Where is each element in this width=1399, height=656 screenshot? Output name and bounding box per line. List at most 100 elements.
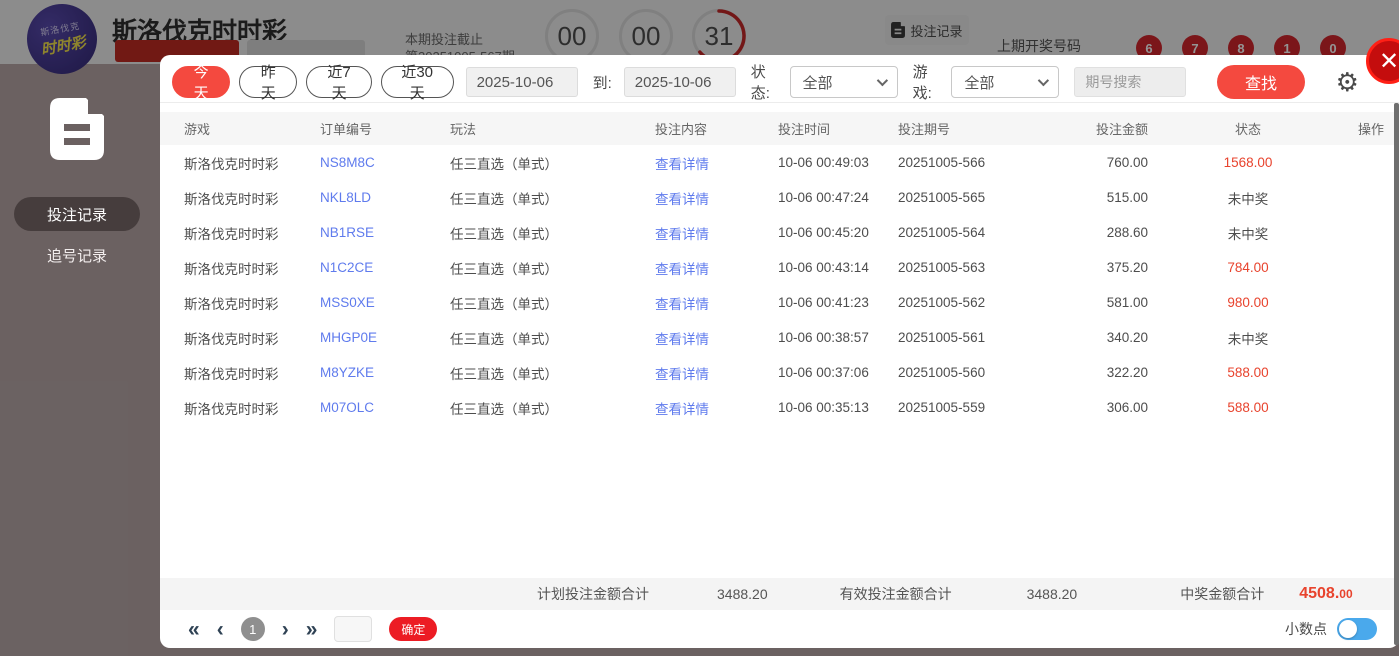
records-sidebar: 投注记录 追号记录 — [0, 55, 160, 656]
order-link[interactable]: NS8M8C — [320, 155, 450, 170]
totals-bar: 计划投注金额合计 3488.20 有效投注金额合计 3488.20 中奖金额合计… — [160, 578, 1399, 610]
table-row: 斯洛伐克时时彩 M07OLC 任三直选（单式） 查看详情 10-06 00:35… — [160, 390, 1394, 425]
table-scrollbar[interactable] — [1394, 103, 1399, 645]
status-select-value: 全部 — [803, 72, 833, 93]
view-details-link[interactable]: 查看详情 — [655, 363, 778, 383]
cell-status: 980.00 — [1148, 295, 1348, 310]
cell-play: 任三直选（单式） — [450, 258, 655, 278]
cell-issue: 20251005-560 — [898, 365, 1058, 380]
column-game: 游戏 — [184, 119, 320, 138]
cell-game: 斯洛伐克时时彩 — [184, 258, 320, 278]
cell-time: 10-06 00:35:13 — [778, 400, 898, 415]
view-details-link[interactable]: 查看详情 — [655, 223, 778, 243]
cell-status: 588.00 — [1148, 365, 1348, 380]
next-page-button[interactable]: › — [282, 619, 289, 640]
cell-amount: 760.00 — [1058, 155, 1148, 170]
filter-today-button[interactable]: 今天 — [172, 66, 230, 98]
order-link[interactable]: M07OLC — [320, 400, 450, 415]
date-from-input[interactable] — [466, 67, 578, 97]
prev-page-button[interactable]: ‹ — [217, 619, 224, 640]
settings-gear-icon[interactable]: ⚙ — [1336, 69, 1359, 95]
decimal-toggle[interactable] — [1337, 618, 1377, 640]
view-details-link[interactable]: 查看详情 — [655, 258, 778, 278]
status-label: 状态: — [751, 61, 781, 103]
cell-amount: 581.00 — [1058, 295, 1148, 310]
issue-search-input[interactable] — [1074, 67, 1186, 97]
sidebar-item-bet-records[interactable]: 投注记录 — [14, 197, 140, 231]
valid-total-label: 有效投注金额合计 — [840, 584, 952, 604]
win-total-label: 中奖金额合计 — [1180, 584, 1264, 604]
plan-total-value: 3488.20 — [717, 586, 768, 602]
cell-game: 斯洛伐克时时彩 — [184, 328, 320, 348]
current-page-badge[interactable]: 1 — [241, 617, 265, 641]
column-order: 订单编号 — [320, 119, 450, 138]
cell-amount: 515.00 — [1058, 190, 1148, 205]
order-link[interactable]: NB1RSE — [320, 225, 450, 240]
game-select[interactable]: 全部 — [951, 66, 1059, 98]
cell-game: 斯洛伐克时时彩 — [184, 153, 320, 173]
date-to-label: 到: — [593, 72, 612, 93]
cell-game: 斯洛伐克时时彩 — [184, 188, 320, 208]
table-row: 斯洛伐克时时彩 NS8M8C 任三直选（单式） 查看详情 10-06 00:49… — [160, 145, 1394, 180]
cell-time: 10-06 00:38:57 — [778, 330, 898, 345]
cell-issue: 20251005-559 — [898, 400, 1058, 415]
filter-last7-button[interactable]: 近7天 — [306, 66, 371, 98]
cell-issue: 20251005-566 — [898, 155, 1058, 170]
view-details-link[interactable]: 查看详情 — [655, 153, 778, 173]
table-row: 斯洛伐克时时彩 NKL8LD 任三直选（单式） 查看详情 10-06 00:47… — [160, 180, 1394, 215]
cell-status: 1568.00 — [1148, 155, 1348, 170]
confirm-button[interactable]: 确定 — [389, 617, 437, 641]
decimal-label: 小数点 — [1285, 619, 1327, 639]
cell-play: 任三直选（单式） — [450, 223, 655, 243]
view-details-link[interactable]: 查看详情 — [655, 293, 778, 313]
cell-game: 斯洛伐克时时彩 — [184, 398, 320, 418]
cell-issue: 20251005-562 — [898, 295, 1058, 310]
pagination-bar: « ‹ 1 › » 确定 — [160, 610, 1399, 648]
order-link[interactable]: MSS0XE — [320, 295, 450, 310]
cell-play: 任三直选（单式） — [450, 188, 655, 208]
cell-play: 任三直选（单式） — [450, 363, 655, 383]
cell-status: 未中奖 — [1148, 328, 1348, 348]
cell-amount: 340.20 — [1058, 330, 1148, 345]
cell-issue: 20251005-565 — [898, 190, 1058, 205]
valid-total-value: 3488.20 — [1027, 586, 1078, 602]
view-details-link[interactable]: 查看详情 — [655, 328, 778, 348]
cell-time: 10-06 00:47:24 — [778, 190, 898, 205]
page-jump-input[interactable] — [334, 616, 372, 642]
game-select-value: 全部 — [964, 72, 994, 93]
table-row: 斯洛伐克时时彩 N1C2CE 任三直选（单式） 查看详情 10-06 00:43… — [160, 250, 1394, 285]
order-link[interactable]: NKL8LD — [320, 190, 450, 205]
table-row: 斯洛伐克时时彩 MHGP0E 任三直选（单式） 查看详情 10-06 00:38… — [160, 320, 1394, 355]
filter-last30-button[interactable]: 近30天 — [381, 66, 454, 98]
view-details-link[interactable]: 查看详情 — [655, 188, 778, 208]
order-link[interactable]: N1C2CE — [320, 260, 450, 275]
date-to-input[interactable] — [624, 67, 736, 97]
filter-divider — [160, 102, 1399, 103]
cell-issue: 20251005-561 — [898, 330, 1058, 345]
cell-time: 10-06 00:45:20 — [778, 225, 898, 240]
first-page-button[interactable]: « — [188, 619, 200, 640]
column-issue: 投注期号 — [898, 119, 1058, 138]
table-body: 斯洛伐克时时彩 NS8M8C 任三直选（单式） 查看详情 10-06 00:49… — [160, 145, 1394, 425]
cell-amount: 288.60 — [1058, 225, 1148, 240]
column-play: 玩法 — [450, 119, 655, 138]
last-page-button[interactable]: » — [306, 619, 318, 640]
order-link[interactable]: MHGP0E — [320, 330, 450, 345]
status-select[interactable]: 全部 — [790, 66, 898, 98]
column-action: 操作 — [1348, 119, 1394, 138]
decimal-control: 小数点 — [1285, 618, 1377, 640]
cell-play: 任三直选（单式） — [450, 293, 655, 313]
table-row: 斯洛伐克时时彩 M8YZKE 任三直选（单式） 查看详情 10-06 00:37… — [160, 355, 1394, 390]
cell-status: 784.00 — [1148, 260, 1348, 275]
column-amount: 投注金额 — [1058, 119, 1148, 138]
table-row: 斯洛伐克时时彩 NB1RSE 任三直选（单式） 查看详情 10-06 00:45… — [160, 215, 1394, 250]
order-link[interactable]: M8YZKE — [320, 365, 450, 380]
chevron-down-icon — [876, 75, 887, 86]
sidebar-item-chase-records[interactable]: 追号记录 — [14, 240, 140, 270]
cell-status: 588.00 — [1148, 400, 1348, 415]
view-details-link[interactable]: 查看详情 — [655, 398, 778, 418]
filter-yesterday-button[interactable]: 昨天 — [239, 66, 297, 98]
search-button[interactable]: 查找 — [1217, 65, 1304, 99]
cell-game: 斯洛伐克时时彩 — [184, 293, 320, 313]
column-time: 投注时间 — [778, 119, 898, 138]
